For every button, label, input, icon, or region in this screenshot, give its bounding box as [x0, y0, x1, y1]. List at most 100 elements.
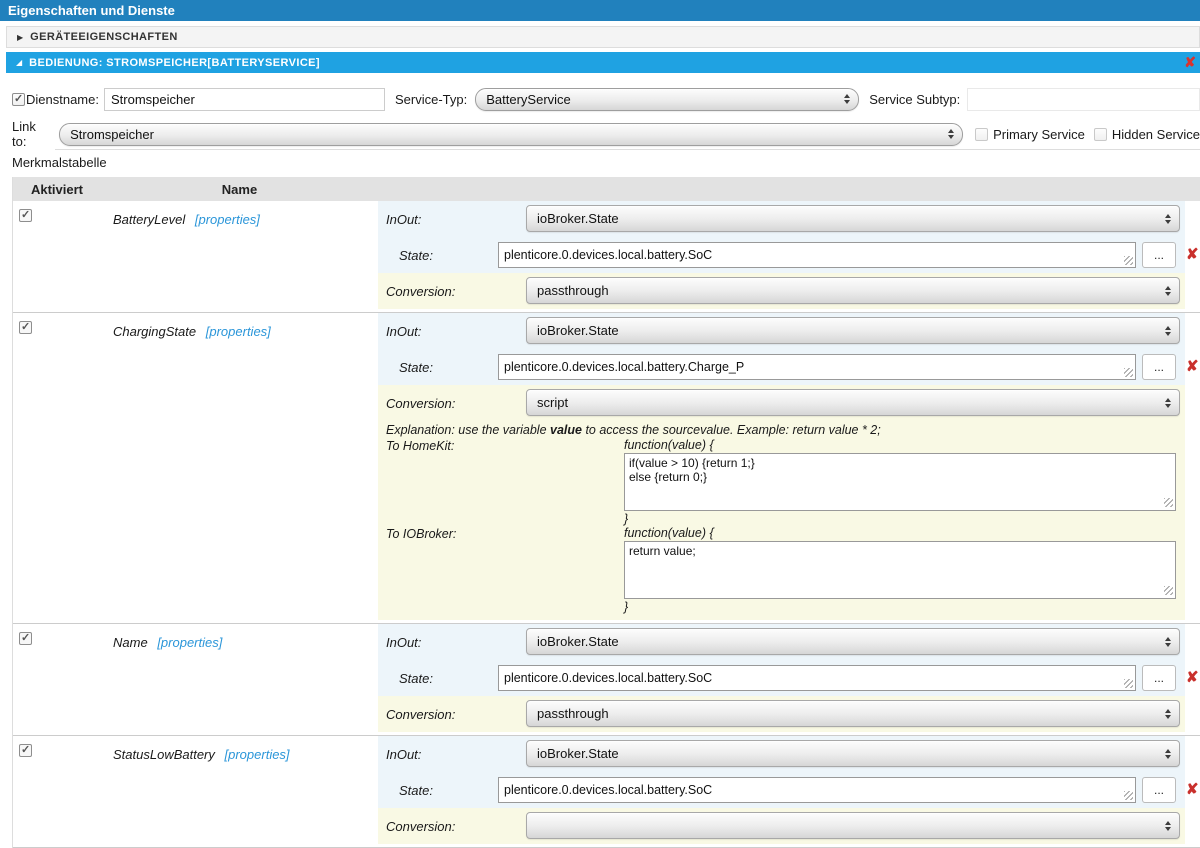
inout-value: ioBroker.State	[537, 323, 619, 338]
service-typ-value: BatteryService	[486, 92, 571, 107]
properties-link[interactable]: [properties]	[195, 212, 260, 227]
state-picker-button[interactable]: ...	[1142, 777, 1176, 803]
header-aktiviert: Aktiviert	[13, 182, 101, 197]
characteristic-remove-cell: ✘	[1185, 736, 1200, 847]
remove-characteristic-icon[interactable]: ✘	[1186, 780, 1199, 798]
inout-value: ioBroker.State	[537, 211, 619, 226]
resize-grip-icon[interactable]	[1124, 679, 1133, 688]
conversion-select[interactable]: passthrough	[526, 700, 1180, 727]
conversion-select[interactable]: passthrough	[526, 277, 1180, 304]
state-input[interactable]: plenticore.0.devices.local.battery.SoC	[498, 242, 1136, 268]
conversion-subrow: Conversion:	[378, 808, 1185, 844]
state-picker-button[interactable]: ...	[1142, 242, 1176, 268]
to-homekit-label: To HomeKit:	[386, 438, 624, 526]
conversion-select[interactable]	[526, 812, 1180, 839]
characteristic-enabled-cell: ✓	[13, 201, 101, 312]
properties-link[interactable]: [properties]	[225, 747, 290, 762]
inout-select[interactable]: ioBroker.State	[526, 317, 1180, 344]
conversion-label: Conversion:	[386, 284, 455, 299]
state-input[interactable]: plenticore.0.devices.local.battery.Charg…	[498, 354, 1136, 380]
resize-grip-icon[interactable]	[1124, 791, 1133, 800]
characteristic-enabled-cell: ✓	[13, 736, 101, 847]
accordion-device-properties[interactable]: ▶ GERÄTEEIGENSCHAFTEN	[6, 26, 1200, 48]
function-open: function(value) {	[624, 438, 1185, 452]
state-picker-button[interactable]: ...	[1142, 354, 1176, 380]
window-title-label: Eigenschaften und Dienste	[8, 3, 175, 18]
dienstname-input[interactable]: Stromspeicher	[104, 88, 385, 111]
state-input[interactable]: plenticore.0.devices.local.battery.SoC	[498, 665, 1136, 691]
to-homekit-block: To HomeKit: function(value) { }	[386, 438, 1185, 526]
dienstname-label: Dienstname:	[26, 92, 99, 107]
characteristics-table: Aktiviert Name ✓ BatteryLevel [propertie…	[12, 177, 1200, 848]
to-iobroker-label: To IOBroker:	[386, 526, 624, 614]
state-input[interactable]: plenticore.0.devices.local.battery.SoC	[498, 777, 1136, 803]
service-subtyp-input[interactable]	[967, 88, 1200, 111]
conversion-select[interactable]: script	[526, 389, 1180, 416]
dienstname-checkbox[interactable]: ✓	[12, 93, 25, 106]
characteristic-enabled-checkbox[interactable]: ✓	[19, 209, 32, 222]
state-subrow: State: plenticore.0.devices.local.batter…	[378, 349, 1185, 385]
resize-grip-icon[interactable]	[1124, 368, 1133, 377]
inout-subrow: InOut: ioBroker.State	[378, 736, 1185, 772]
characteristic-name-cell: StatusLowBattery [properties]	[101, 736, 378, 847]
characteristic-enabled-checkbox[interactable]: ✓	[19, 321, 32, 334]
inout-select[interactable]: ioBroker.State	[526, 740, 1180, 767]
characteristic-remove-cell: ✘	[1185, 313, 1200, 623]
conversion-label: Conversion:	[386, 819, 455, 834]
characteristic-enabled-cell: ✓	[13, 624, 101, 735]
to-iobroker-block: To IOBroker: function(value) { }	[386, 526, 1185, 614]
characteristic-name-cell: BatteryLevel [properties]	[101, 201, 378, 312]
characteristic-controls-cell: InOut: ioBroker.State State: plenticore.…	[378, 624, 1185, 735]
state-value: plenticore.0.devices.local.battery.SoC	[504, 783, 712, 797]
inout-subrow: InOut: ioBroker.State	[378, 201, 1185, 237]
caret-right-icon: ▶	[17, 33, 23, 42]
inout-label: InOut:	[386, 324, 421, 339]
check-icon: ✓	[21, 743, 30, 756]
properties-link[interactable]: [properties]	[157, 635, 222, 650]
characteristic-row: ✓ BatteryLevel [properties] InOut: ioBro…	[13, 201, 1200, 313]
accordion-service-batteryservice[interactable]: ◢ BEDIENUNG: STROMSPEICHER[BATTERYSERVIC…	[6, 52, 1200, 73]
characteristic-remove-cell: ✘	[1185, 201, 1200, 312]
service-typ-select[interactable]: BatteryService	[475, 88, 859, 111]
resize-grip-icon[interactable]	[1124, 256, 1133, 265]
characteristic-name-cell: Name [properties]	[101, 624, 378, 735]
select-arrows-icon	[1165, 398, 1171, 408]
accordion-service-label: BEDIENUNG: STROMSPEICHER[BATTERYSERVICE]	[29, 57, 320, 69]
remove-service-icon[interactable]: ✘	[1184, 54, 1196, 71]
inout-subrow: InOut: ioBroker.State	[378, 313, 1185, 349]
state-label: State:	[399, 248, 433, 263]
to-iobroker-code-textarea[interactable]	[624, 541, 1176, 599]
characteristic-enabled-checkbox[interactable]: ✓	[19, 744, 32, 757]
conversion-value: script	[537, 395, 568, 410]
characteristic-name: Name	[113, 635, 148, 650]
resize-grip-icon[interactable]	[1164, 586, 1173, 595]
window-title: Eigenschaften und Dienste	[0, 0, 1200, 21]
primary-service-checkbox[interactable]: ✓	[975, 128, 988, 141]
select-arrows-icon	[1165, 709, 1171, 719]
inout-select[interactable]: ioBroker.State	[526, 628, 1180, 655]
hidden-service-checkbox[interactable]: ✓	[1094, 128, 1107, 141]
inout-label: InOut:	[386, 635, 421, 650]
remove-characteristic-icon[interactable]: ✘	[1186, 245, 1199, 263]
inout-select[interactable]: ioBroker.State	[526, 205, 1180, 232]
remove-characteristic-icon[interactable]: ✘	[1186, 668, 1199, 686]
to-homekit-code-textarea[interactable]	[624, 453, 1176, 511]
select-arrows-icon	[1165, 749, 1171, 759]
link-to-select[interactable]: Stromspeicher	[59, 123, 963, 146]
check-icon: ✓	[21, 208, 30, 221]
resize-grip-icon[interactable]	[1164, 498, 1173, 507]
conversion-subrow: Conversion: script	[378, 385, 1185, 421]
characteristic-row: ✓ StatusLowBattery [properties] InOut: i…	[13, 736, 1200, 848]
remove-characteristic-icon[interactable]: ✘	[1186, 357, 1199, 375]
table-header-row: Aktiviert Name	[13, 177, 1200, 201]
function-close: }	[624, 512, 1185, 526]
characteristic-remove-cell: ✘	[1185, 624, 1200, 735]
section-divider	[55, 149, 1200, 150]
inout-value: ioBroker.State	[537, 746, 619, 761]
properties-link[interactable]: [properties]	[206, 324, 271, 339]
characteristic-enabled-checkbox[interactable]: ✓	[19, 632, 32, 645]
state-value: plenticore.0.devices.local.battery.Charg…	[504, 360, 744, 374]
conversion-subrow: Conversion: passthrough	[378, 273, 1185, 309]
characteristics-table-caption: Merkmalstabelle	[12, 155, 1200, 170]
state-picker-button[interactable]: ...	[1142, 665, 1176, 691]
